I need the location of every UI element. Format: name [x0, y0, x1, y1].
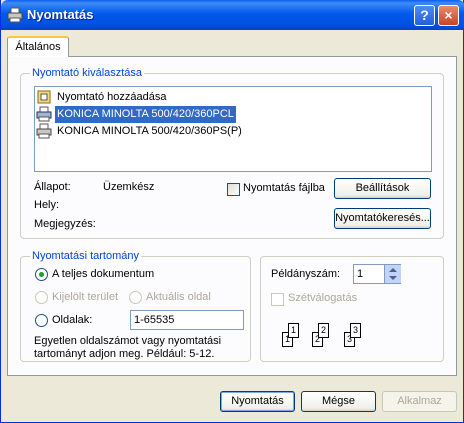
current-page-label: Aktuális oldal	[146, 291, 211, 303]
printer-list-label: KONICA MINOLTA 500/420/360PCL	[55, 106, 236, 123]
copies-label: Példányszám:	[271, 268, 341, 280]
printer-list[interactable]: Nyomtató hozzáadása KONICA MINOLTA 500/4…	[34, 86, 432, 172]
apply-button: Alkalmaz	[382, 391, 457, 412]
pages-label[interactable]: Oldalak:	[52, 314, 92, 326]
selection-radio	[35, 291, 48, 304]
status-label: Állapot:	[34, 181, 71, 193]
print-dialog: Nyomtatás ? × Általános Nyomtató kiválas…	[0, 0, 464, 423]
pages-input[interactable]: 1-65535	[130, 310, 244, 330]
collate-page: 2	[318, 323, 329, 338]
help-button[interactable]: ?	[414, 5, 435, 26]
printer-icon	[36, 123, 52, 139]
collate-page: 3	[350, 323, 361, 338]
page-range-hint-1: Egyetlen oldalszámot vagy nyomtatási	[34, 335, 222, 347]
collate-checkbox	[271, 293, 284, 306]
location-label: Hely:	[34, 199, 60, 211]
current-page-radio	[129, 291, 142, 304]
cancel-button[interactable]: Mégse	[301, 391, 376, 412]
spin-up-icon[interactable]	[389, 268, 397, 272]
all-pages-label[interactable]: A teljes dokumentum	[52, 268, 154, 280]
find-printer-button[interactable]: Nyomtatókeresés...	[334, 208, 431, 229]
page-range-legend: Nyomtatási tartomány	[30, 250, 141, 262]
preferences-button[interactable]: Beállítások	[334, 178, 431, 199]
printer-select-legend: Nyomtató kiválasztása	[30, 67, 145, 79]
close-button[interactable]: ×	[438, 5, 459, 26]
collate-page: 1	[288, 323, 299, 338]
printer-list-label: Nyomtató hozzáadása	[57, 91, 167, 103]
window-title: Nyomtatás	[27, 7, 94, 22]
spin-down-icon[interactable]	[389, 276, 397, 280]
printer-list-label: KONICA MINOLTA 500/420/360PS(P)	[57, 125, 242, 137]
status-value: Üzemkész	[103, 181, 155, 193]
collate-illustration: 1 1 2 2 3 3	[281, 319, 381, 355]
printer-icon	[36, 106, 52, 122]
title-bar[interactable]: Nyomtatás ? ×	[1, 0, 464, 30]
print-to-file-label[interactable]: Nyomtatás fájlba	[243, 182, 325, 194]
copies-spinner[interactable]	[384, 265, 401, 283]
selection-label: Kijelölt terület	[52, 291, 119, 303]
comment-label: Megjegyzés:	[34, 218, 96, 230]
add-printer-icon	[37, 90, 51, 104]
pages-radio[interactable]	[35, 314, 48, 327]
page-range-hint-2: tartományt adjon meg. Például: 5-12.	[34, 348, 215, 360]
print-to-file-checkbox[interactable]	[227, 183, 240, 196]
tab-general[interactable]: Általános	[7, 36, 69, 57]
all-pages-radio[interactable]	[35, 268, 48, 281]
collate-label: Szétválogatás	[288, 292, 358, 304]
print-button[interactable]: Nyomtatás	[220, 391, 295, 412]
printer-icon	[7, 7, 23, 23]
